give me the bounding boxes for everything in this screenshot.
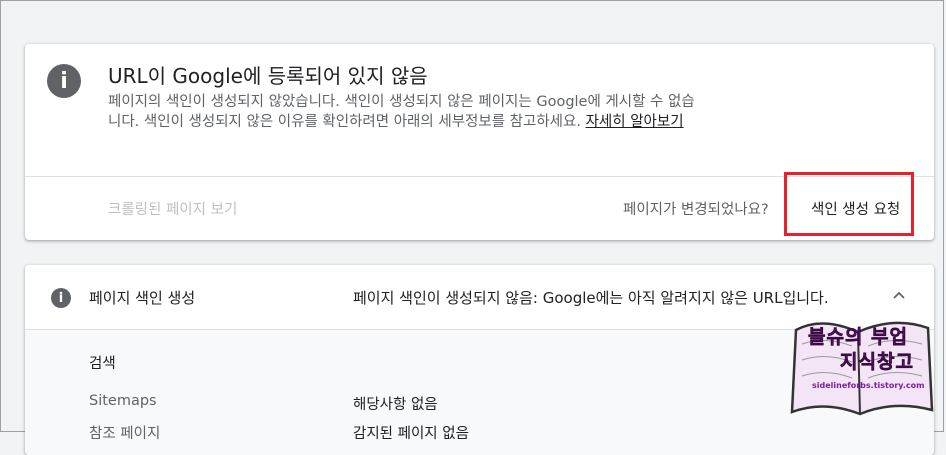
watermark-line1: 블슈의 부업 xyxy=(808,326,909,349)
watermark-line2: 지식창고 xyxy=(840,351,914,374)
status-description: 페이지의 색인이 생성되지 않았습니다. 색인이 생성되지 않은 페이지는 Go… xyxy=(108,92,698,132)
page-indexing-label: 페이지 색인 생성 xyxy=(89,289,196,307)
learn-more-link[interactable]: 자세히 알아보기 xyxy=(586,114,684,130)
sitemaps-label: Sitemaps xyxy=(89,393,157,409)
view-crawled-page-button[interactable]: 크롤링된 페이지 보기 xyxy=(108,198,237,219)
highlight-box xyxy=(784,172,914,236)
referring-page-label: 참조 페이지 xyxy=(89,426,161,442)
referring-page-value: 감지된 페이지 없음 xyxy=(353,426,469,442)
chevron-up-icon[interactable] xyxy=(891,287,907,303)
status-title: URL이 Google에 등록되어 있지 않음 xyxy=(108,64,428,88)
info-icon: i xyxy=(51,288,71,308)
page-changed-text: 페이지가 변경되었나요? xyxy=(623,202,769,218)
page-indexing-status: 페이지 색인이 생성되지 않음: Google에는 아직 알려지지 않은 URL… xyxy=(353,289,829,307)
sitemaps-value: 해당사항 없음 xyxy=(353,397,438,413)
discovery-section-title: 검색 xyxy=(89,356,116,372)
watermark-url: sidelineforbs.tistory.com xyxy=(812,381,925,390)
info-icon: i xyxy=(47,64,81,98)
